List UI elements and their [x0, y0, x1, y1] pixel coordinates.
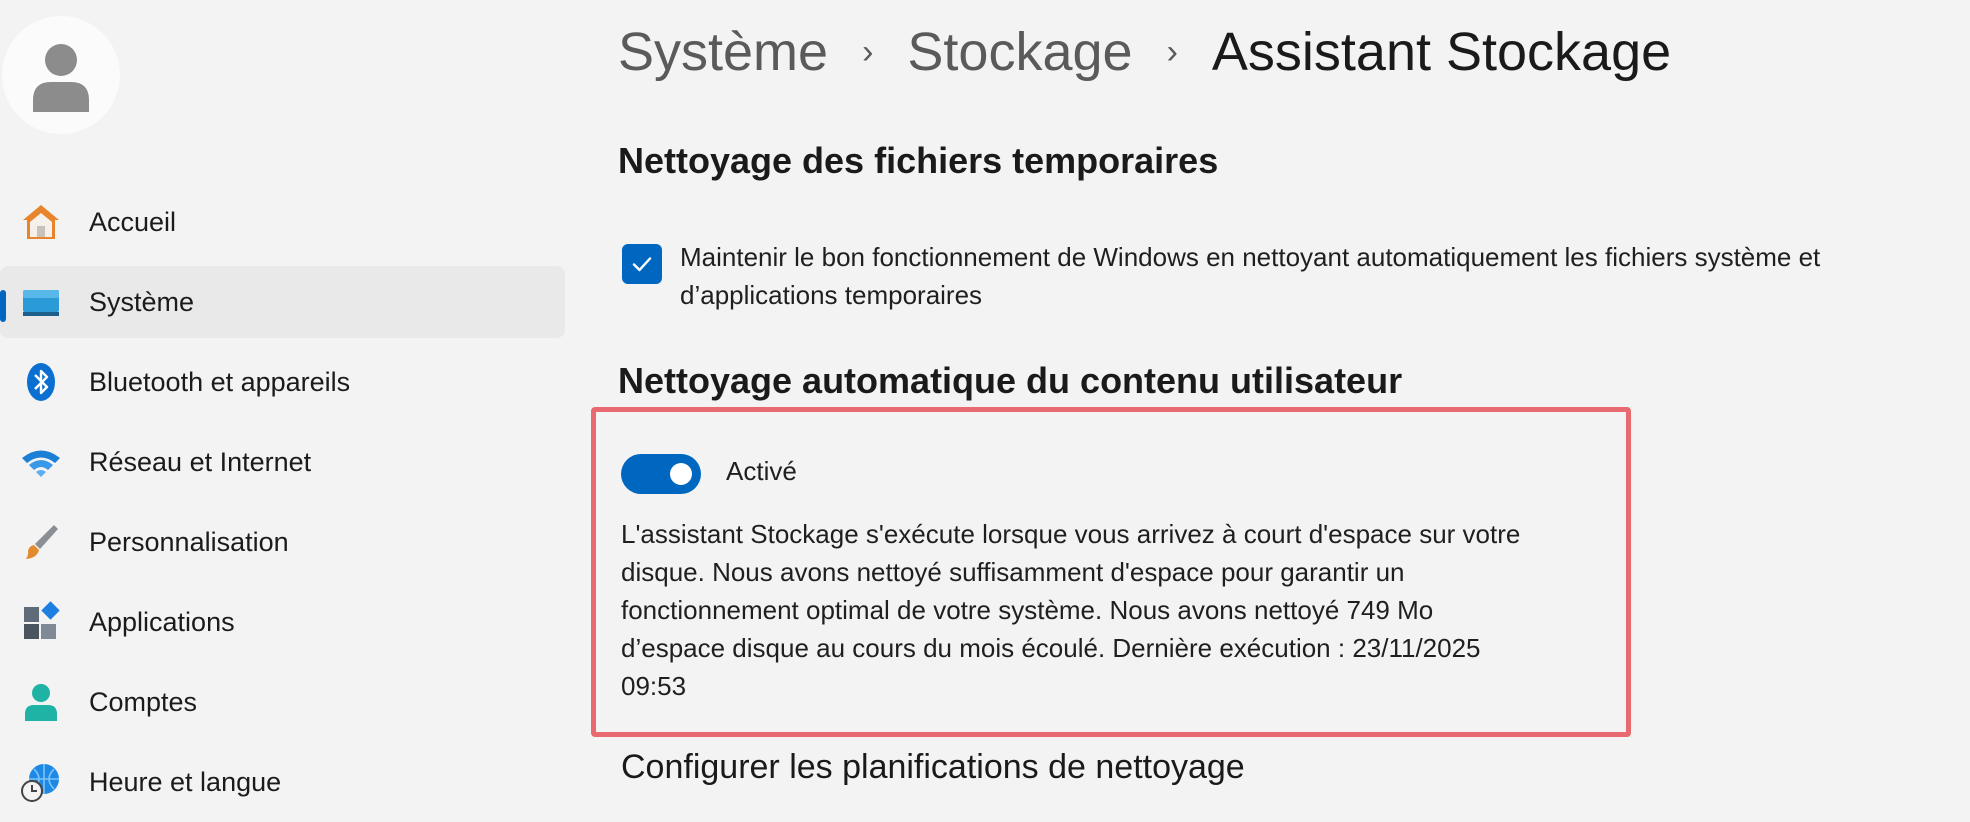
sidebar-item-label: Heure et langue — [89, 766, 282, 797]
sidebar-item-label: Comptes — [89, 686, 198, 717]
breadcrumb-systeme[interactable]: Système — [618, 16, 828, 88]
toggle-state-label: Activé — [726, 456, 797, 486]
sidebar-item-reseau[interactable]: Réseau et Internet — [0, 426, 565, 498]
page-title: Assistant Stockage — [1211, 22, 1672, 82]
wifi-icon — [20, 441, 62, 483]
settings-window: Accueil Système Bluetooth et appareils R… — [0, 0, 1970, 822]
breadcrumb: Système › Stockage › Assistant Stockage — [618, 16, 1671, 88]
breadcrumb-stockage[interactable]: Stockage — [907, 16, 1132, 88]
section-heading-auto-cleanup: Nettoyage automatique du contenu utilisa… — [618, 360, 1403, 401]
configure-schedules-item[interactable]: Configurer les planifications de nettoya… — [621, 748, 1245, 787]
sidebar-item-personnalisation[interactable]: Personnalisation — [0, 506, 565, 578]
bluetooth-icon — [20, 361, 62, 403]
sidebar-nav: Accueil Système Bluetooth et appareils R… — [0, 186, 565, 822]
sidebar-item-comptes[interactable]: Comptes — [0, 666, 565, 738]
sidebar-item-systeme[interactable]: Système — [0, 266, 565, 338]
time-language-icon — [20, 761, 62, 803]
sidebar-item-label: Applications — [89, 606, 235, 637]
auto-cleanup-toggle[interactable] — [621, 454, 701, 494]
section-heading-temp-files: Nettoyage des fichiers temporaires — [618, 140, 1219, 181]
system-icon — [20, 281, 62, 323]
sidebar-item-label: Système — [89, 286, 195, 317]
main-content: Système › Stockage › Assistant Stockage … — [591, 0, 1970, 822]
sidebar-item-bluetooth[interactable]: Bluetooth et appareils — [0, 346, 565, 418]
account-icon — [20, 681, 62, 723]
sidebar-item-applications[interactable]: Applications — [0, 586, 565, 658]
chevron-right-icon: › — [862, 33, 874, 71]
sidebar: Accueil Système Bluetooth et appareils R… — [0, 0, 565, 822]
user-avatar[interactable] — [2, 16, 120, 134]
toggle-knob — [670, 463, 692, 485]
sidebar-item-label: Personnalisation — [89, 526, 289, 557]
brush-icon — [20, 521, 62, 563]
user-silhouette-icon — [33, 44, 89, 112]
sidebar-item-accueil[interactable]: Accueil — [0, 186, 565, 258]
sidebar-item-label: Bluetooth et appareils — [89, 366, 351, 397]
checkmark-icon — [632, 257, 652, 272]
chevron-right-icon: › — [1166, 33, 1178, 71]
sidebar-item-label: Réseau et Internet — [89, 446, 312, 477]
auto-cleanup-description: L'assistant Stockage s'exécute lorsque v… — [621, 519, 1521, 701]
temp-files-checkbox-label: Maintenir le bon fonctionnement de Windo… — [680, 242, 1821, 310]
sidebar-item-label: Accueil — [89, 206, 177, 237]
sidebar-item-heure-langue[interactable]: Heure et langue — [0, 746, 565, 818]
home-icon — [20, 201, 62, 243]
temp-files-option: Maintenir le bon fonctionnement de Windo… — [622, 242, 1970, 314]
temp-files-checkbox[interactable] — [622, 244, 662, 284]
apps-icon — [20, 601, 62, 643]
